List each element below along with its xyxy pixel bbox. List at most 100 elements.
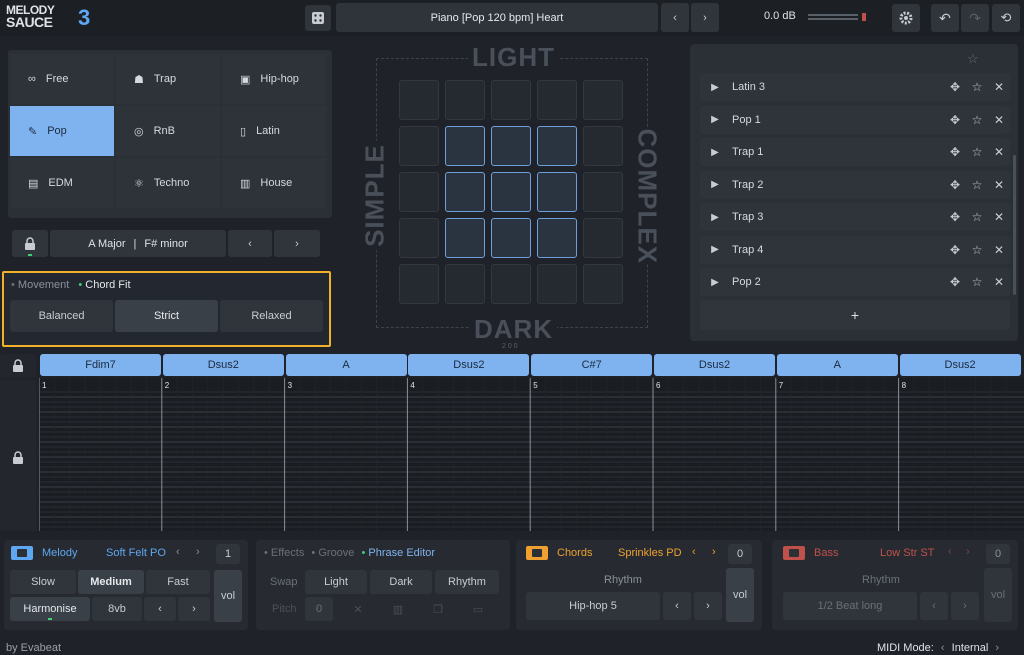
pad-cell[interactable] [399,80,439,120]
chevron-left-icon[interactable]: ‹ [948,546,952,558]
move-icon[interactable]: ✥ [944,113,966,127]
close-icon[interactable]: ✕ [988,275,1010,289]
option-relaxed[interactable]: Relaxed [220,300,323,332]
chevron-right-icon[interactable]: › [966,546,970,558]
pad-cell[interactable] [491,218,531,258]
chord-block[interactable]: Fdim7 [40,354,161,376]
close-icon[interactable]: ✕ [988,210,1010,224]
pad-cell[interactable] [445,264,485,304]
pad-cell[interactable] [583,218,623,258]
genre-edm[interactable]: ▤ EDM [10,158,114,208]
swap-rhythm[interactable]: Rhythm [435,570,499,594]
move-icon[interactable]: ✥ [944,275,966,289]
randomize-dice-button[interactable] [305,5,331,31]
swap-dark[interactable]: Dark [370,570,432,594]
genre-hip-hop[interactable]: ▣ Hip-hop [222,54,326,104]
chord-block[interactable]: Dsus2 [162,354,284,376]
undo-button[interactable]: ↶ [931,4,959,32]
pad-cell[interactable] [537,172,577,212]
chevron-right-icon[interactable]: › [196,546,200,558]
key-prev-button[interactable]: ‹ [228,230,272,257]
tab-groove[interactable]: Groove [318,547,354,559]
genre-rnb[interactable]: ◎ RnB [116,106,220,156]
pad-cell[interactable] [491,172,531,212]
pad-cell[interactable] [537,264,577,304]
preset-next-button[interactable]: › [691,3,719,32]
move-icon[interactable]: ✥ [944,145,966,159]
chevron-left-icon[interactable]: ‹ [176,546,180,558]
pad-cell[interactable] [445,126,485,166]
chord-block[interactable]: C#7 [531,354,653,376]
pad-cell[interactable] [491,80,531,120]
pad-cell[interactable] [537,126,577,166]
star-icon[interactable]: ☆ [966,210,988,224]
list-item[interactable]: ▶ Trap 2 ✥ ☆ ✕ [700,170,1010,199]
chords-count[interactable]: 0 [728,544,752,564]
genre-free[interactable]: ∞ Free [10,54,114,104]
genre-latin[interactable]: ▯ Latin [222,106,326,156]
genre-trap[interactable]: ☗ Trap [116,54,220,104]
genre-techno[interactable]: ⚛ Techno [116,158,220,208]
melody-volume-knob[interactable]: vol [214,570,242,622]
add-pattern-button[interactable]: + [700,300,1010,330]
bass-count[interactable]: 0 [986,544,1010,564]
bass-toggle[interactable] [783,546,805,560]
melody-count[interactable]: 1 [216,544,240,564]
list-item[interactable]: ▶ Trap 1 ✥ ☆ ✕ [700,138,1010,166]
redo-button[interactable]: ↷ [961,4,989,32]
copy-icon[interactable]: ❐ [420,597,456,621]
octave-prev-button[interactable]: ‹ [144,597,176,621]
chords-rhythm-prev[interactable]: ‹ [663,592,691,620]
pad-cell[interactable] [583,264,623,304]
speed-fast[interactable]: Fast [146,570,210,594]
preset-name-display[interactable]: Piano [Pop 120 bpm] Heart [336,3,658,32]
bass-volume-knob[interactable]: vol [984,568,1012,622]
speed-slow[interactable]: Slow [10,570,76,594]
genre-house[interactable]: ▥ House [222,158,326,208]
chord-block[interactable]: Dsus2 [408,354,530,376]
option-strict[interactable]: Strict [115,300,218,332]
paste-icon[interactable]: ▭ [460,597,496,621]
chord-block[interactable]: A [776,354,898,376]
chords-rhythm-selector[interactable]: Hip-hop 5 [526,592,660,620]
mute-icon[interactable]: ✕ [340,597,376,621]
melody-instrument[interactable]: Soft Felt PO [106,547,166,559]
move-icon[interactable]: ✥ [944,80,966,94]
key-selector[interactable]: A Major | F# minor [50,230,226,257]
star-icon[interactable]: ☆ [966,80,988,94]
tab-effects[interactable]: Effects [271,547,304,559]
pad-cell[interactable] [399,218,439,258]
chord-block[interactable]: Dsus2 [654,354,775,376]
pad-cell[interactable] [445,218,485,258]
bass-rhythm-prev[interactable]: ‹ [920,592,948,620]
harmonise-button[interactable]: Harmonise [10,597,90,621]
star-filter-icon[interactable]: ☆ [967,51,979,67]
tab-chord-fit[interactable]: Chord Fit [85,279,130,291]
move-icon[interactable]: ✥ [944,243,966,257]
pianoroll-lock-button[interactable] [6,446,30,470]
bass-instrument[interactable]: Low Str ST [880,547,934,559]
chord-lock-button[interactable] [0,354,36,378]
play-icon[interactable]: ▶ [700,244,730,255]
piano-roll[interactable]: 1 2 3 4 5 6 7 8 [39,378,1024,531]
close-icon[interactable]: ✕ [988,145,1010,159]
pad-cell[interactable] [583,126,623,166]
list-item[interactable]: ▶ Pop 1 ✥ ☆ ✕ [700,105,1010,134]
pad-cell[interactable] [445,80,485,120]
star-icon[interactable]: ☆ [966,243,988,257]
chords-toggle[interactable] [526,546,548,560]
list-scrollbar[interactable] [1013,155,1016,295]
list-item[interactable]: ▶ Pop 2 ✥ ☆ ✕ [700,268,1010,296]
pad-cell[interactable] [491,264,531,304]
chords-volume-knob[interactable]: vol [726,568,754,622]
close-icon[interactable]: ✕ [988,243,1010,257]
star-icon[interactable]: ☆ [966,113,988,127]
move-icon[interactable]: ✥ [944,210,966,224]
chord-block[interactable]: Dsus2 [899,354,1021,376]
tab-movement[interactable]: Movement [18,279,69,291]
pad-cell[interactable] [583,172,623,212]
octave-button[interactable]: 8vb [92,597,142,621]
preset-prev-button[interactable]: ‹ [661,3,689,32]
chevron-left-icon[interactable]: ‹ [692,546,696,558]
history-button[interactable]: ⟲ [992,4,1020,32]
